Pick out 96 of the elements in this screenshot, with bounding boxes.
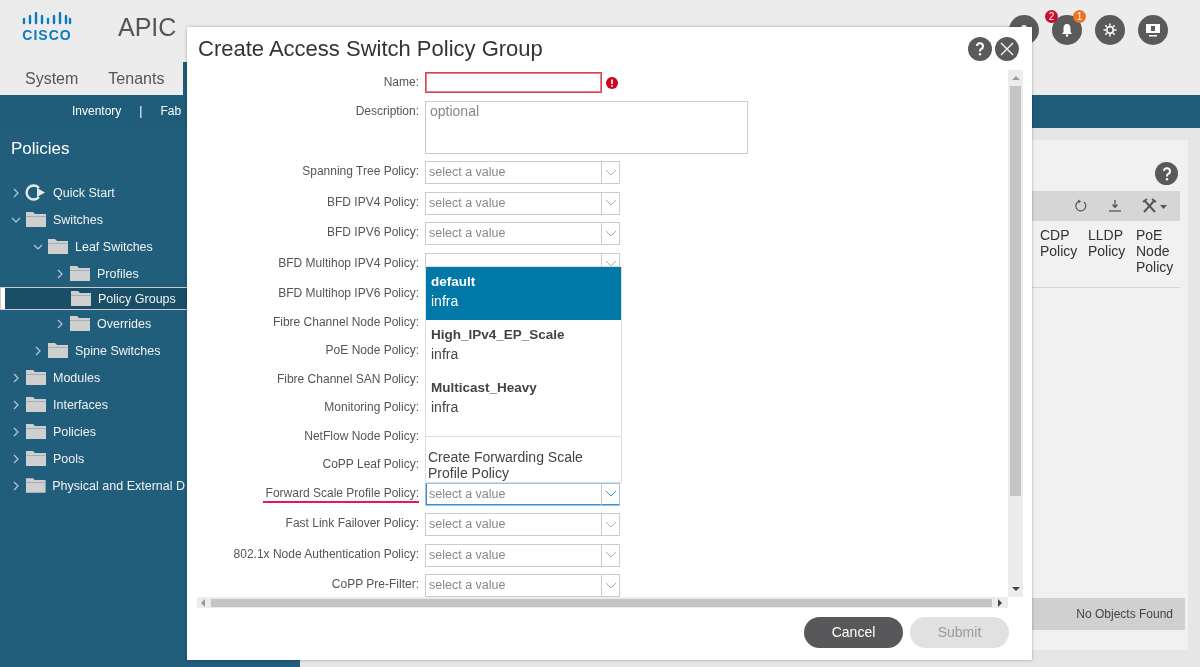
field-label: Fibre Channel SAN Policy: [275, 371, 419, 386]
subnav-link[interactable]: Fab [160, 95, 182, 128]
tree-item[interactable]: Policies [0, 418, 185, 445]
create-policy-link[interactable]: Create Forwarding Scale Profile Policy [426, 436, 621, 481]
field-label: CoPP Leaf Policy: [321, 457, 419, 471]
field-label: BFD IPV4 Policy: [325, 194, 419, 209]
chevron-down-icon[interactable] [604, 168, 617, 177]
error-icon [606, 77, 618, 89]
dialog-title: Create Access Switch Policy Group [198, 35, 543, 62]
chevron-down-icon[interactable] [604, 229, 617, 238]
play-icon [25, 184, 47, 201]
folder-icon [47, 342, 69, 359]
select-field[interactable]: select a value [425, 222, 620, 245]
chevron-icon[interactable] [11, 372, 21, 383]
chevron-icon[interactable] [11, 426, 21, 437]
folder-icon [25, 450, 47, 467]
select-field[interactable]: select a value [425, 191, 620, 215]
tree-item[interactable]: Profiles [0, 260, 185, 287]
tree-item[interactable]: Switches [0, 206, 185, 233]
refresh-icon[interactable] [1074, 199, 1088, 213]
folder-icon [47, 238, 69, 255]
settings-icon[interactable] [1095, 15, 1125, 45]
chevron-down-icon[interactable] [604, 520, 617, 529]
tools-icon[interactable] [1142, 198, 1168, 214]
select-field[interactable]: select a value [425, 543, 620, 567]
folder-icon [25, 211, 47, 228]
chevron-icon[interactable] [11, 480, 21, 491]
chevron-down-icon[interactable] [604, 490, 617, 499]
folder-icon [24, 477, 47, 494]
field-label: Description: [354, 103, 419, 118]
column-header[interactable]: PoE Node Policy [1136, 227, 1178, 287]
field-label: Fibre Channel Node Policy: [271, 314, 419, 329]
close-icon[interactable] [1000, 41, 1014, 56]
field-label: Spanning Tree Policy: [301, 164, 419, 178]
field-label: BFD Multihop IPV6 Policy: [277, 286, 419, 300]
tree-item[interactable]: Pools [0, 445, 185, 472]
help-button[interactable] [968, 36, 992, 61]
field-label: BFD Multihop IPV4 Policy: [277, 255, 419, 270]
column-header[interactable]: CDP Policy [1040, 227, 1082, 287]
close-button[interactable] [995, 36, 1019, 61]
column-header[interactable]: LLDP Policy [1088, 227, 1130, 287]
cisco-logo: CISCO [22, 12, 72, 44]
description-field[interactable]: optional [425, 100, 748, 154]
field-label: Forward Scale Profile Policy: [262, 485, 419, 503]
subnav-link[interactable]: Inventory [72, 95, 122, 128]
field-label: 802.1x Node Authentication Policy: [232, 546, 419, 561]
chevron-icon[interactable] [55, 268, 65, 279]
folder-icon [70, 290, 92, 307]
select-field[interactable]: select a value [425, 161, 620, 184]
chevron-icon[interactable] [33, 345, 43, 356]
tree-item[interactable]: Modules [0, 364, 185, 391]
field-label: Name: [382, 75, 419, 89]
field-label: PoE Node Policy: [324, 343, 419, 357]
separator: | [139, 103, 143, 120]
chevron-down-icon[interactable] [604, 581, 617, 590]
app-name: APIC [118, 13, 177, 42]
field-label: Fast Link Failover Policy: [284, 516, 419, 531]
folder-icon [25, 423, 47, 440]
sidebar-title: Policies [10, 138, 71, 160]
chevron-down-icon[interactable] [604, 551, 617, 560]
horizontal-scrollbar[interactable] [197, 597, 1008, 608]
field-label: NetFlow Node Policy: [303, 428, 419, 443]
name-field[interactable] [425, 72, 602, 93]
chevron-icon[interactable] [11, 399, 21, 410]
field-label: CoPP Pre-Filter: [330, 577, 419, 592]
notification-badge: 2 [1045, 10, 1058, 23]
dropdown-option[interactable]: default infra [426, 266, 621, 320]
tree-item[interactable]: Leaf Switches [0, 233, 185, 260]
tree-item[interactable]: Spine Switches [0, 337, 185, 364]
nav-tab[interactable]: Tenants [93, 62, 180, 95]
chevron-icon[interactable] [11, 187, 21, 198]
tree-item[interactable]: Quick Start [0, 179, 185, 206]
field-label: BFD IPV6 Policy: [325, 225, 419, 239]
vertical-scrollbar[interactable] [1008, 70, 1023, 597]
tree-item[interactable]: Overrides [0, 310, 185, 337]
chevron-icon[interactable] [55, 318, 65, 329]
chevron-icon[interactable] [11, 453, 21, 464]
notification-badge: 1 [1073, 10, 1086, 23]
tree-item[interactable]: Interfaces [0, 391, 185, 418]
folder-icon [25, 396, 47, 413]
dropdown-option[interactable]: Multicast_Heavy infra [426, 372, 621, 426]
folder-icon [69, 315, 91, 332]
folder-icon [25, 369, 47, 386]
field-label: Monitoring Policy: [323, 400, 419, 414]
dropdown-option[interactable]: High_IPv4_EP_Scale infra [426, 319, 621, 373]
folder-icon [69, 265, 91, 282]
chevron-down-icon[interactable] [604, 199, 617, 207]
help-icon[interactable] [975, 41, 985, 56]
select-field[interactable]: select a value [425, 482, 620, 506]
download-icon[interactable] [1108, 199, 1122, 213]
select-field[interactable]: select a value [425, 513, 620, 537]
cancel-button[interactable]: Cancel [804, 616, 903, 648]
help-icon[interactable] [1155, 162, 1178, 185]
monitor-icon[interactable] [1138, 15, 1168, 45]
nav-tab[interactable]: System [10, 62, 94, 95]
tree-item[interactable]: Physical and External D [0, 472, 185, 499]
